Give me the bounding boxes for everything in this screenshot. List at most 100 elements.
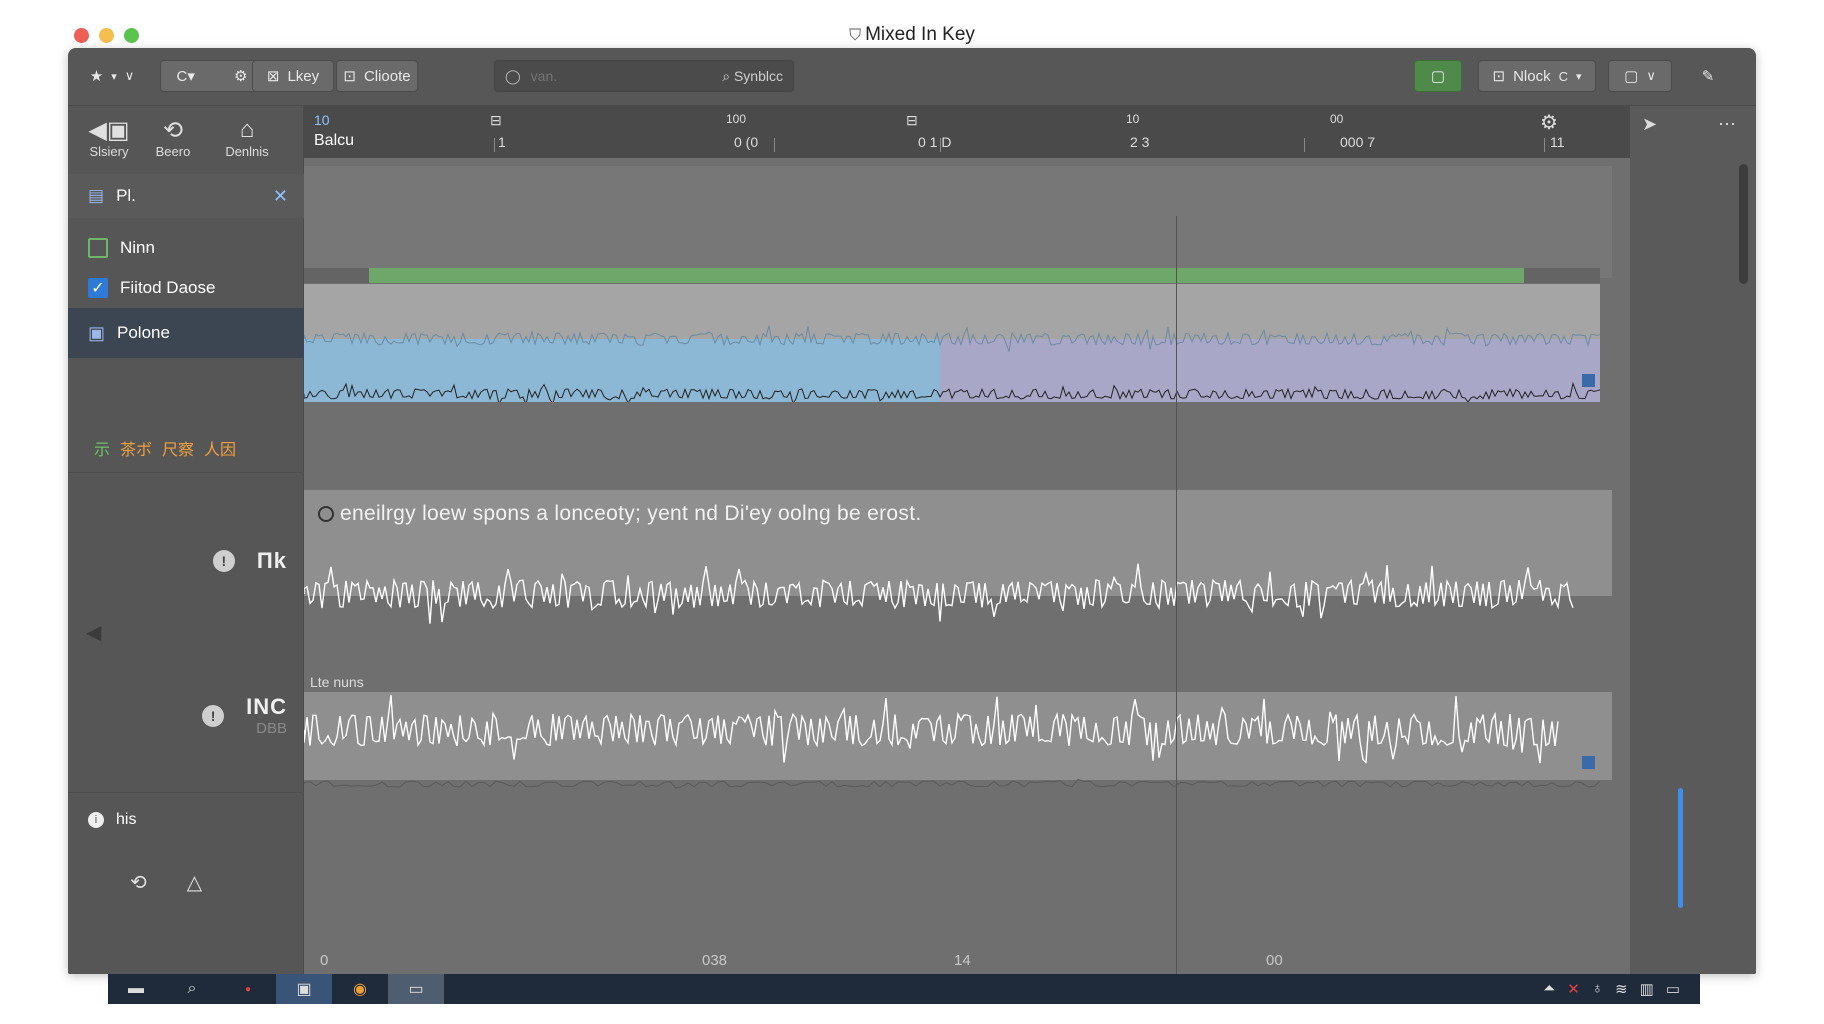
filter-row-polone[interactable]: ▣ Polone <box>68 308 304 358</box>
ruler-marker: 100 <box>726 112 747 126</box>
progress-fill <box>369 268 1524 283</box>
more-icon[interactable]: ⋯ <box>1718 114 1736 135</box>
checkbox[interactable] <box>88 238 108 258</box>
key-badge[interactable]: 尺察 <box>162 436 194 460</box>
key-shield-icon: ⛉ <box>849 27 862 44</box>
mark-button[interactable]: ⊡ Nlock C ▾ <box>1478 60 1596 92</box>
bottom-axis-label: 0 <box>320 952 329 969</box>
choose-button[interactable]: ⊡ Clioote <box>336 60 418 92</box>
ruler-tick <box>494 138 495 152</box>
search-mode-button[interactable]: ⌕ Synblcc <box>722 68 783 85</box>
timeline-ruler: 10 Balcu ⊟ 1 100 0 (0 ⊟ 0 1 D 10 2 3 00 … <box>304 106 1630 158</box>
ruler-marker: 10 <box>1126 112 1140 126</box>
search-box: ◯ ⌕ Synblcc <box>494 60 794 92</box>
lane-menu-icon[interactable] <box>1582 374 1595 387</box>
warning-icon[interactable]: △ <box>187 870 202 895</box>
key-badge[interactable]: 人因 <box>204 436 236 460</box>
ruler-marker: 1 <box>498 134 506 150</box>
track-info-icon[interactable]: ! <box>212 550 235 572</box>
loop-icon[interactable]: ⟲ <box>130 870 147 895</box>
ruler-marker: 11 <box>1550 134 1565 150</box>
track-waveform-1[interactable] <box>304 536 1600 656</box>
settings-icon[interactable]: ⚙ <box>1540 110 1558 135</box>
view-menu-button[interactable]: ▢ ∨ <box>1608 60 1672 92</box>
collapse-arrow-icon[interactable]: ◀ <box>86 620 101 645</box>
waveform-line <box>304 695 1559 764</box>
send-icon[interactable]: ➤ <box>1642 114 1657 135</box>
window-title: ⛉ Mixed In Key <box>849 24 975 45</box>
notifications-icon[interactable]: ▭ <box>1666 980 1680 998</box>
search-icon[interactable]: ⌕ <box>164 974 220 1004</box>
view-icon: ▢ <box>1624 68 1639 85</box>
record-dot-icon[interactable]: ● <box>220 974 276 1004</box>
mic-icon[interactable]: ♁ <box>1592 980 1603 998</box>
pencil-icon: ✎ <box>1701 68 1715 85</box>
search-input[interactable] <box>530 68 681 84</box>
library-icon: ◀▣ <box>88 117 130 144</box>
bottom-axis-label: 14 <box>954 952 971 969</box>
track-info-icon[interactable]: ! <box>202 704 225 727</box>
ruler-marker-icon[interactable]: ⊟ <box>906 112 918 129</box>
key-badges: 示 茶ボ 尺察 人因 <box>94 436 236 460</box>
browser-icon[interactable]: ◉ <box>332 974 388 1004</box>
settings-icon[interactable]: ⚙ <box>234 67 247 85</box>
right-column: ➤ ⋯ <box>1630 106 1756 974</box>
start-icon[interactable]: ▬ <box>108 974 164 1004</box>
nav-library[interactable]: ◀▣ Slsiery <box>74 116 144 159</box>
ruler-tick <box>1544 138 1545 152</box>
info-circle-icon: i <box>88 812 104 828</box>
ruler-track-label: Balcu <box>314 132 355 149</box>
taskbar: ▬ ⌕ ● ▣ ◉ ▭ ⏶ ✕ ♁ ≋ ▥ ▭ <box>108 974 1700 1004</box>
history-controls: C▾ ⚙ <box>160 60 264 92</box>
key-icon: ⊠ <box>266 68 280 85</box>
overview-analyzed-region <box>304 339 940 402</box>
chevron-down-icon: ▾ <box>1575 70 1582 83</box>
capture-icon: ▢ <box>1430 68 1446 85</box>
folder-icon[interactable]: ▭ <box>388 974 444 1004</box>
network-icon[interactable]: ≋ <box>1615 980 1628 998</box>
no-entry-icon <box>318 506 334 522</box>
app-icon[interactable]: ▣ <box>276 974 332 1004</box>
progress-track <box>304 268 1600 283</box>
library-button[interactable]: ⊠ Lkey <box>252 60 334 92</box>
antivirus-icon[interactable]: ✕ <box>1567 980 1580 998</box>
undo-icon[interactable]: C▾ <box>177 67 195 85</box>
lane-menu-icon[interactable] <box>1582 756 1595 769</box>
track-header-1: ! Πk <box>212 548 287 574</box>
app-window: ★ ▾ ∨ C▾ ⚙ ⊠ Lkey ⊡ Clioote ◯ ⌕ Synblcc … <box>68 48 1756 974</box>
key-badge[interactable]: 示 <box>94 436 110 460</box>
system-tray: ⏶ ✕ ♁ ≋ ▥ ▭ <box>1543 980 1700 998</box>
chevron-down-icon: ∨ <box>1646 68 1656 83</box>
ruler-tick <box>940 138 941 152</box>
edit-button[interactable]: ✎ <box>1688 60 1728 92</box>
ruler-marker: 10 <box>314 112 330 128</box>
ruler-marker: 0 1 D <box>918 134 952 150</box>
playhead[interactable] <box>1176 216 1177 974</box>
waveform-line <box>304 563 1574 624</box>
footer-item[interactable]: i his <box>68 806 304 834</box>
track-waveform-2[interactable] <box>304 692 1600 832</box>
overview-lane <box>304 166 1612 278</box>
key-badge[interactable]: 茶ボ <box>120 436 152 460</box>
vertical-scrollbar[interactable] <box>1739 164 1748 284</box>
filter-row-ninn[interactable]: Ninn <box>68 228 304 268</box>
volume-icon[interactable]: ▥ <box>1640 980 1654 998</box>
ruler-marker: 000 7 <box>1340 134 1376 150</box>
checkbox-checked[interactable]: ✓ <box>88 278 108 298</box>
timeline: 10 Balcu ⊟ 1 100 0 (0 ⊟ 0 1 D 10 2 3 00 … <box>304 106 1630 974</box>
panel-header: ▤ Pl. ✕ <box>68 174 304 218</box>
overview-pending-region <box>940 339 1600 402</box>
scroll-indicator[interactable] <box>1678 788 1683 908</box>
up-arrow-icon[interactable]: ⏶ <box>1543 980 1555 998</box>
playlist-icon: ▤ <box>88 186 105 205</box>
close-icon[interactable]: ✕ <box>273 186 288 207</box>
filter-row-fitod-daose[interactable]: ✓ Fiitod Daose <box>68 268 304 308</box>
favorites-button[interactable]: ★ ▾ ∨ <box>82 60 142 92</box>
nav-home[interactable]: ⌂ Denlnis <box>212 116 282 159</box>
sync-icon: ⟲ <box>162 117 184 144</box>
star-icon: ★ <box>89 68 104 85</box>
record-button[interactable]: ▢ <box>1414 60 1462 92</box>
ruler-marker-icon[interactable]: ⊟ <box>490 112 502 129</box>
nav-sync[interactable]: ⟲ Beero <box>138 116 208 159</box>
overview-waveform[interactable] <box>304 284 1600 402</box>
